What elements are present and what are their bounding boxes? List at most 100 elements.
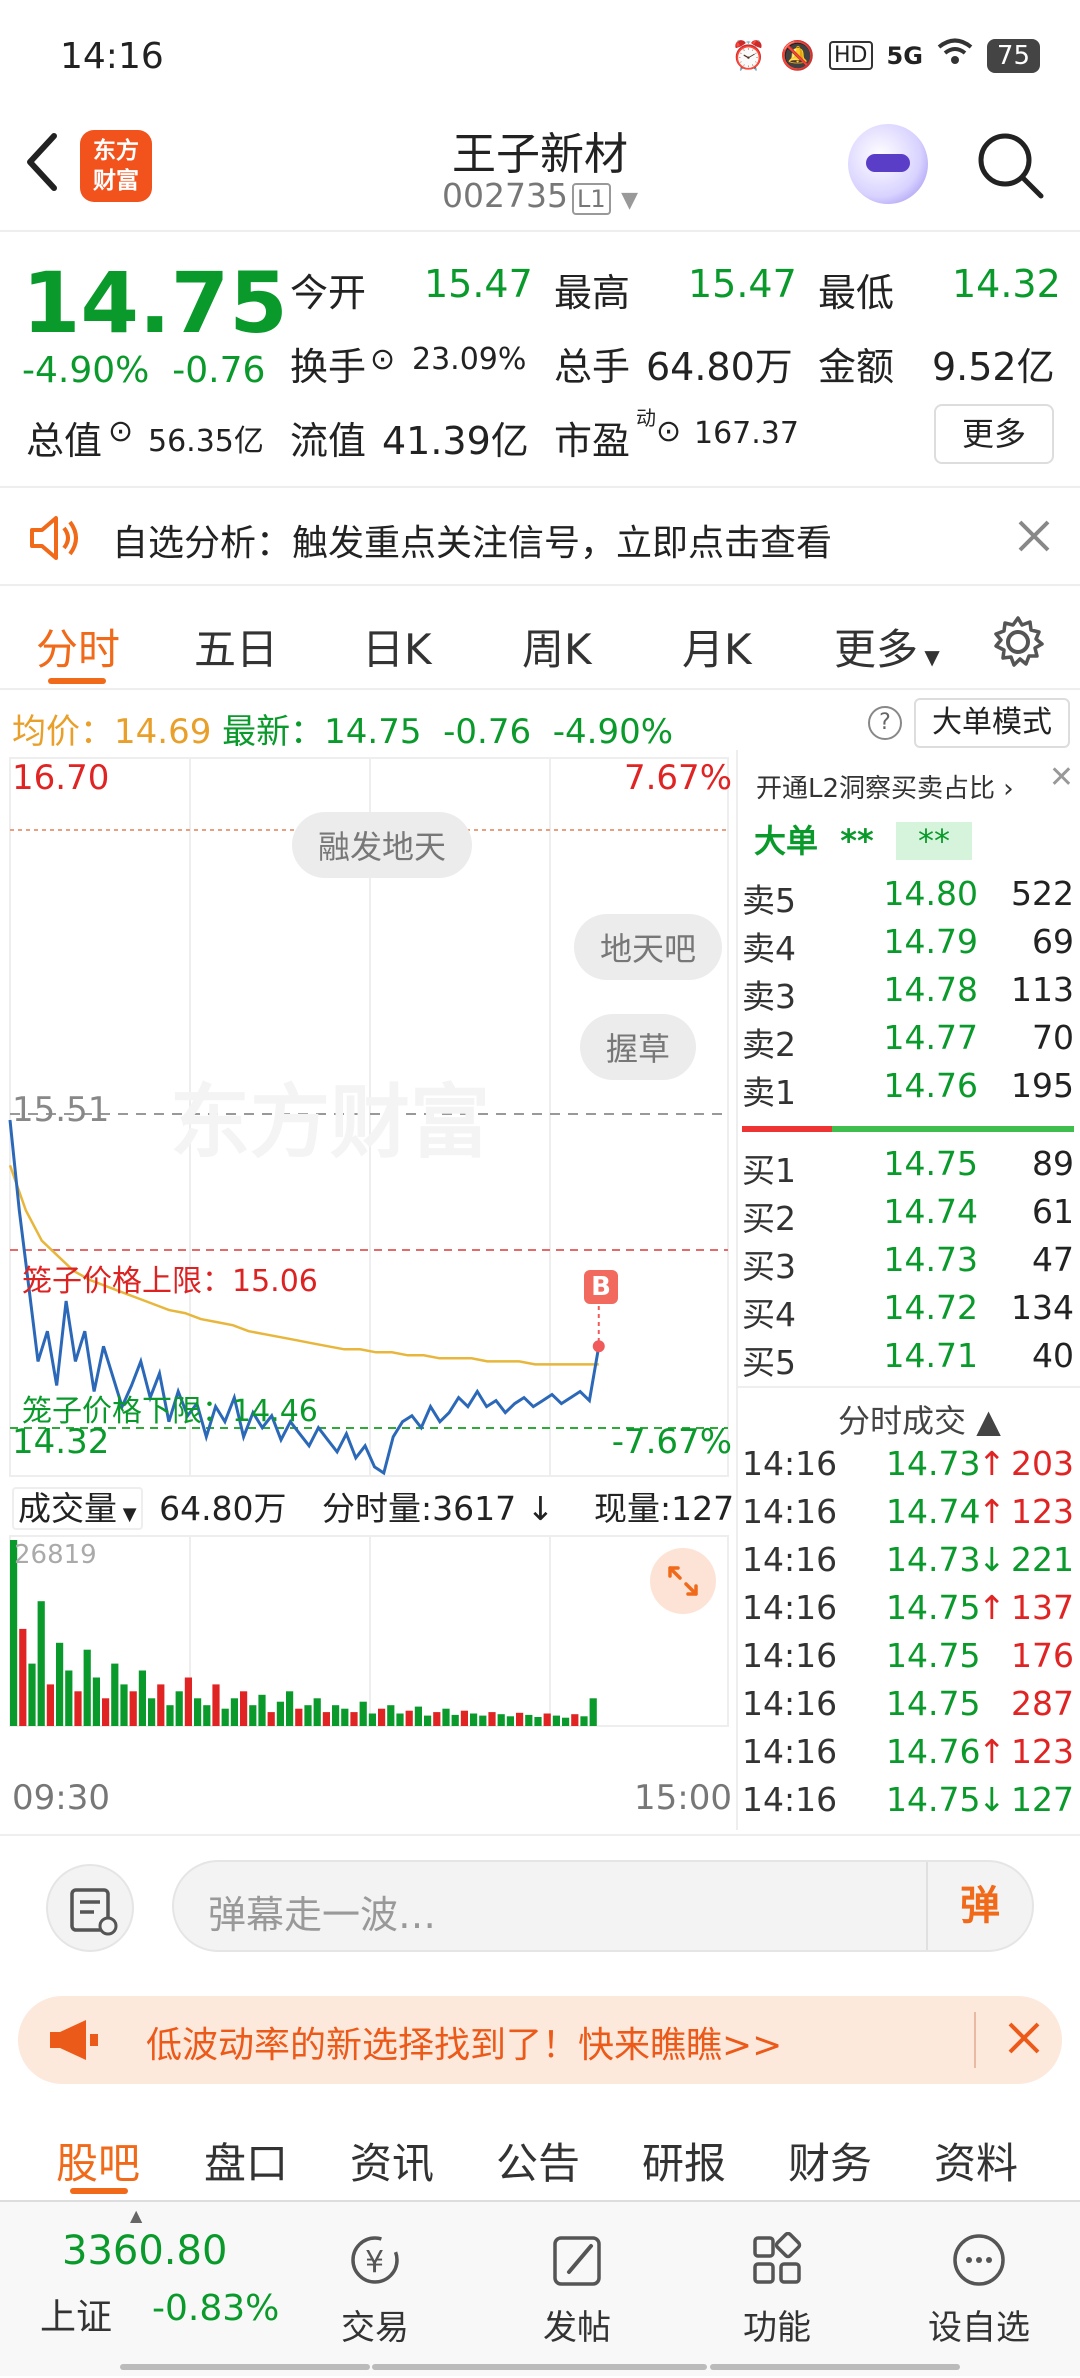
close-icon[interactable] (1004, 2018, 1044, 2062)
volume-header: 成交量 ▼ 64.80万 (12, 1482, 287, 1530)
trade-tick: 14:16 14.76 ↑ 123 (742, 1732, 1078, 1780)
tick-arrow-icon: ↑ (978, 1732, 1006, 1771)
volume-bar (534, 1717, 542, 1726)
index-ticker[interactable]: ▲ 3360.80 上证 -0.83% (0, 2202, 280, 2378)
tick-price: 14.73 (886, 1540, 981, 1579)
tab-weekly-k[interactable]: 周K (522, 616, 592, 677)
close-icon[interactable] (1014, 516, 1054, 560)
last-value: 14.75 (324, 712, 422, 752)
volume-bar (506, 1716, 514, 1726)
ask-level[interactable]: 卖3 14.78 113 (742, 970, 1078, 1018)
l2-upgrade-link[interactable]: 开通L2洞察买卖占比 › (756, 768, 1014, 805)
volume-bar (184, 1677, 192, 1726)
trade-tick: 14:16 14.75 ↑ 137 (742, 1588, 1078, 1636)
comment-settings-button[interactable] (46, 1864, 134, 1952)
danmaku-input[interactable]: 弹幕走一波… 弹 (172, 1860, 1034, 1952)
help-icon[interactable]: ? (868, 706, 902, 740)
tab-monthly-k[interactable]: 月K (682, 616, 752, 677)
ask-level[interactable]: 卖1 14.76 195 (742, 1066, 1078, 1114)
tab-intraday[interactable]: 分时 (36, 616, 120, 677)
tab-research[interactable]: 研报 (642, 2130, 726, 2191)
expand-icon[interactable] (650, 1548, 716, 1614)
volume-bar (350, 1712, 358, 1726)
average-price-row: 均价：14.69 最新：14.75 -0.76 -4.90% ? 大单模式 (0, 694, 1080, 752)
volume-bar (433, 1712, 441, 1726)
nav-post[interactable]: 发帖 (512, 2232, 642, 2349)
axis-top-percent: 7.67% (623, 758, 732, 798)
bid-level[interactable]: 买2 14.74 61 (742, 1192, 1078, 1240)
more-button[interactable]: 更多 (934, 404, 1054, 464)
buy-marker[interactable]: B (584, 1270, 618, 1304)
volume-bar (286, 1691, 294, 1726)
grid-icon (753, 2232, 802, 2284)
bottom-nav: ▲ 3360.80 上证 -0.83% ¥ 交易 发帖 功能 设自选 (0, 2200, 1080, 2376)
volume-bar (37, 1601, 45, 1726)
nav-functions[interactable]: 功能 (712, 2232, 842, 2349)
sell-ratio-bar (742, 1126, 832, 1132)
tick-volume: 203 (1011, 1444, 1074, 1483)
big-order-mode-button[interactable]: 大单模式 (914, 698, 1070, 748)
ask-level[interactable]: 卖4 14.79 69 (742, 922, 1078, 970)
info-icon[interactable]: ⊙ (370, 342, 395, 377)
volume-bar (102, 1698, 110, 1726)
tab-news[interactable]: 资讯 (350, 2130, 434, 2191)
nav-add-watchlist[interactable]: 设自选 (914, 2232, 1044, 2349)
bid-level[interactable]: 买1 14.75 89 (742, 1144, 1078, 1192)
volume-bar (313, 1698, 321, 1726)
close-icon[interactable]: ✕ (1049, 760, 1074, 795)
tab-profile[interactable]: 资料 (934, 2130, 1018, 2191)
volume-bar (28, 1663, 36, 1726)
settings-gear-icon[interactable] (990, 614, 1046, 674)
ask-level[interactable]: 卖2 14.77 70 (742, 1018, 1078, 1066)
info-icon[interactable]: ⊙ (656, 414, 681, 449)
volume-selector[interactable]: 成交量 ▼ (12, 1487, 143, 1530)
volume-bar (488, 1712, 496, 1726)
tab-guba[interactable]: 股吧 (56, 2130, 140, 2191)
tick-volume: 176 (1011, 1636, 1074, 1675)
tab-finance[interactable]: 财务 (788, 2130, 872, 2191)
volume-bar (138, 1670, 146, 1726)
danmaku-bubble: 握草 (580, 1014, 697, 1080)
tick-time: 14:16 (742, 1732, 838, 1771)
promo-text: 低波动率的新选择找到了！快来瞧瞧>> (146, 2025, 783, 2066)
intraday-chart[interactable]: 东方财富 16.70 7.67% 15.51 14.32 -7.67% 笼子价格… (0, 750, 736, 1830)
volume-bar (92, 1677, 100, 1726)
search-button[interactable] (975, 130, 1045, 200)
volume-bar (387, 1705, 395, 1726)
tick-arrow-icon: ↑ (978, 1588, 1006, 1627)
avg-label: 均价： (12, 712, 114, 752)
tab-daily-k[interactable]: 日K (362, 616, 432, 677)
amount-value: 9.52亿 (932, 345, 1055, 389)
speaker-icon (28, 512, 82, 568)
bid-level[interactable]: 买4 14.72 134 (742, 1288, 1078, 1336)
analysis-notice[interactable]: 自选分析：触发重点关注信号，立即点击查看 (0, 486, 1080, 586)
megaphone-icon (46, 2016, 100, 2068)
danmaku-send-button[interactable]: 弹 (926, 1862, 1032, 1950)
promo-banner[interactable]: 低波动率的新选择找到了！快来瞧瞧>> (18, 1996, 1062, 2084)
volume-bar (396, 1713, 404, 1726)
tab-five-day[interactable]: 五日 (194, 616, 278, 677)
chevron-down-icon: ▼ (918, 645, 940, 669)
level-name: 卖4 (742, 929, 796, 968)
level-name: 卖5 (742, 881, 796, 920)
ticks-header[interactable]: 分时成交 ▲ (838, 1396, 1001, 1442)
info-icon[interactable]: ⊙ (108, 414, 133, 449)
active-tab-indicator (70, 2188, 128, 2194)
change-percent: -4.90% (22, 350, 150, 391)
tab-more[interactable]: 更多 ▼ (834, 616, 940, 677)
danmaku-settings-icon (70, 1888, 118, 1936)
ask-level[interactable]: 卖5 14.80 522 (742, 874, 1078, 922)
alarm-icon: ⏰ (731, 39, 767, 72)
tab-pankou[interactable]: 盘口 (204, 2130, 288, 2191)
bid-level[interactable]: 买3 14.73 47 (742, 1240, 1078, 1288)
tick-time: 14:16 (742, 1540, 838, 1579)
tick-volume: 137 (1011, 1588, 1074, 1627)
tab-announcements[interactable]: 公告 (496, 2130, 580, 2191)
level-name: 卖3 (742, 977, 796, 1016)
assistant-robot-icon[interactable] (848, 124, 928, 204)
bid-level[interactable]: 买5 14.71 40 (742, 1336, 1078, 1384)
volume-bar (240, 1691, 248, 1726)
level-volume: 195 (1011, 1066, 1074, 1105)
nav-trade[interactable]: ¥ 交易 (310, 2232, 440, 2349)
tick-arrow-icon: ↑ (978, 1492, 1006, 1531)
